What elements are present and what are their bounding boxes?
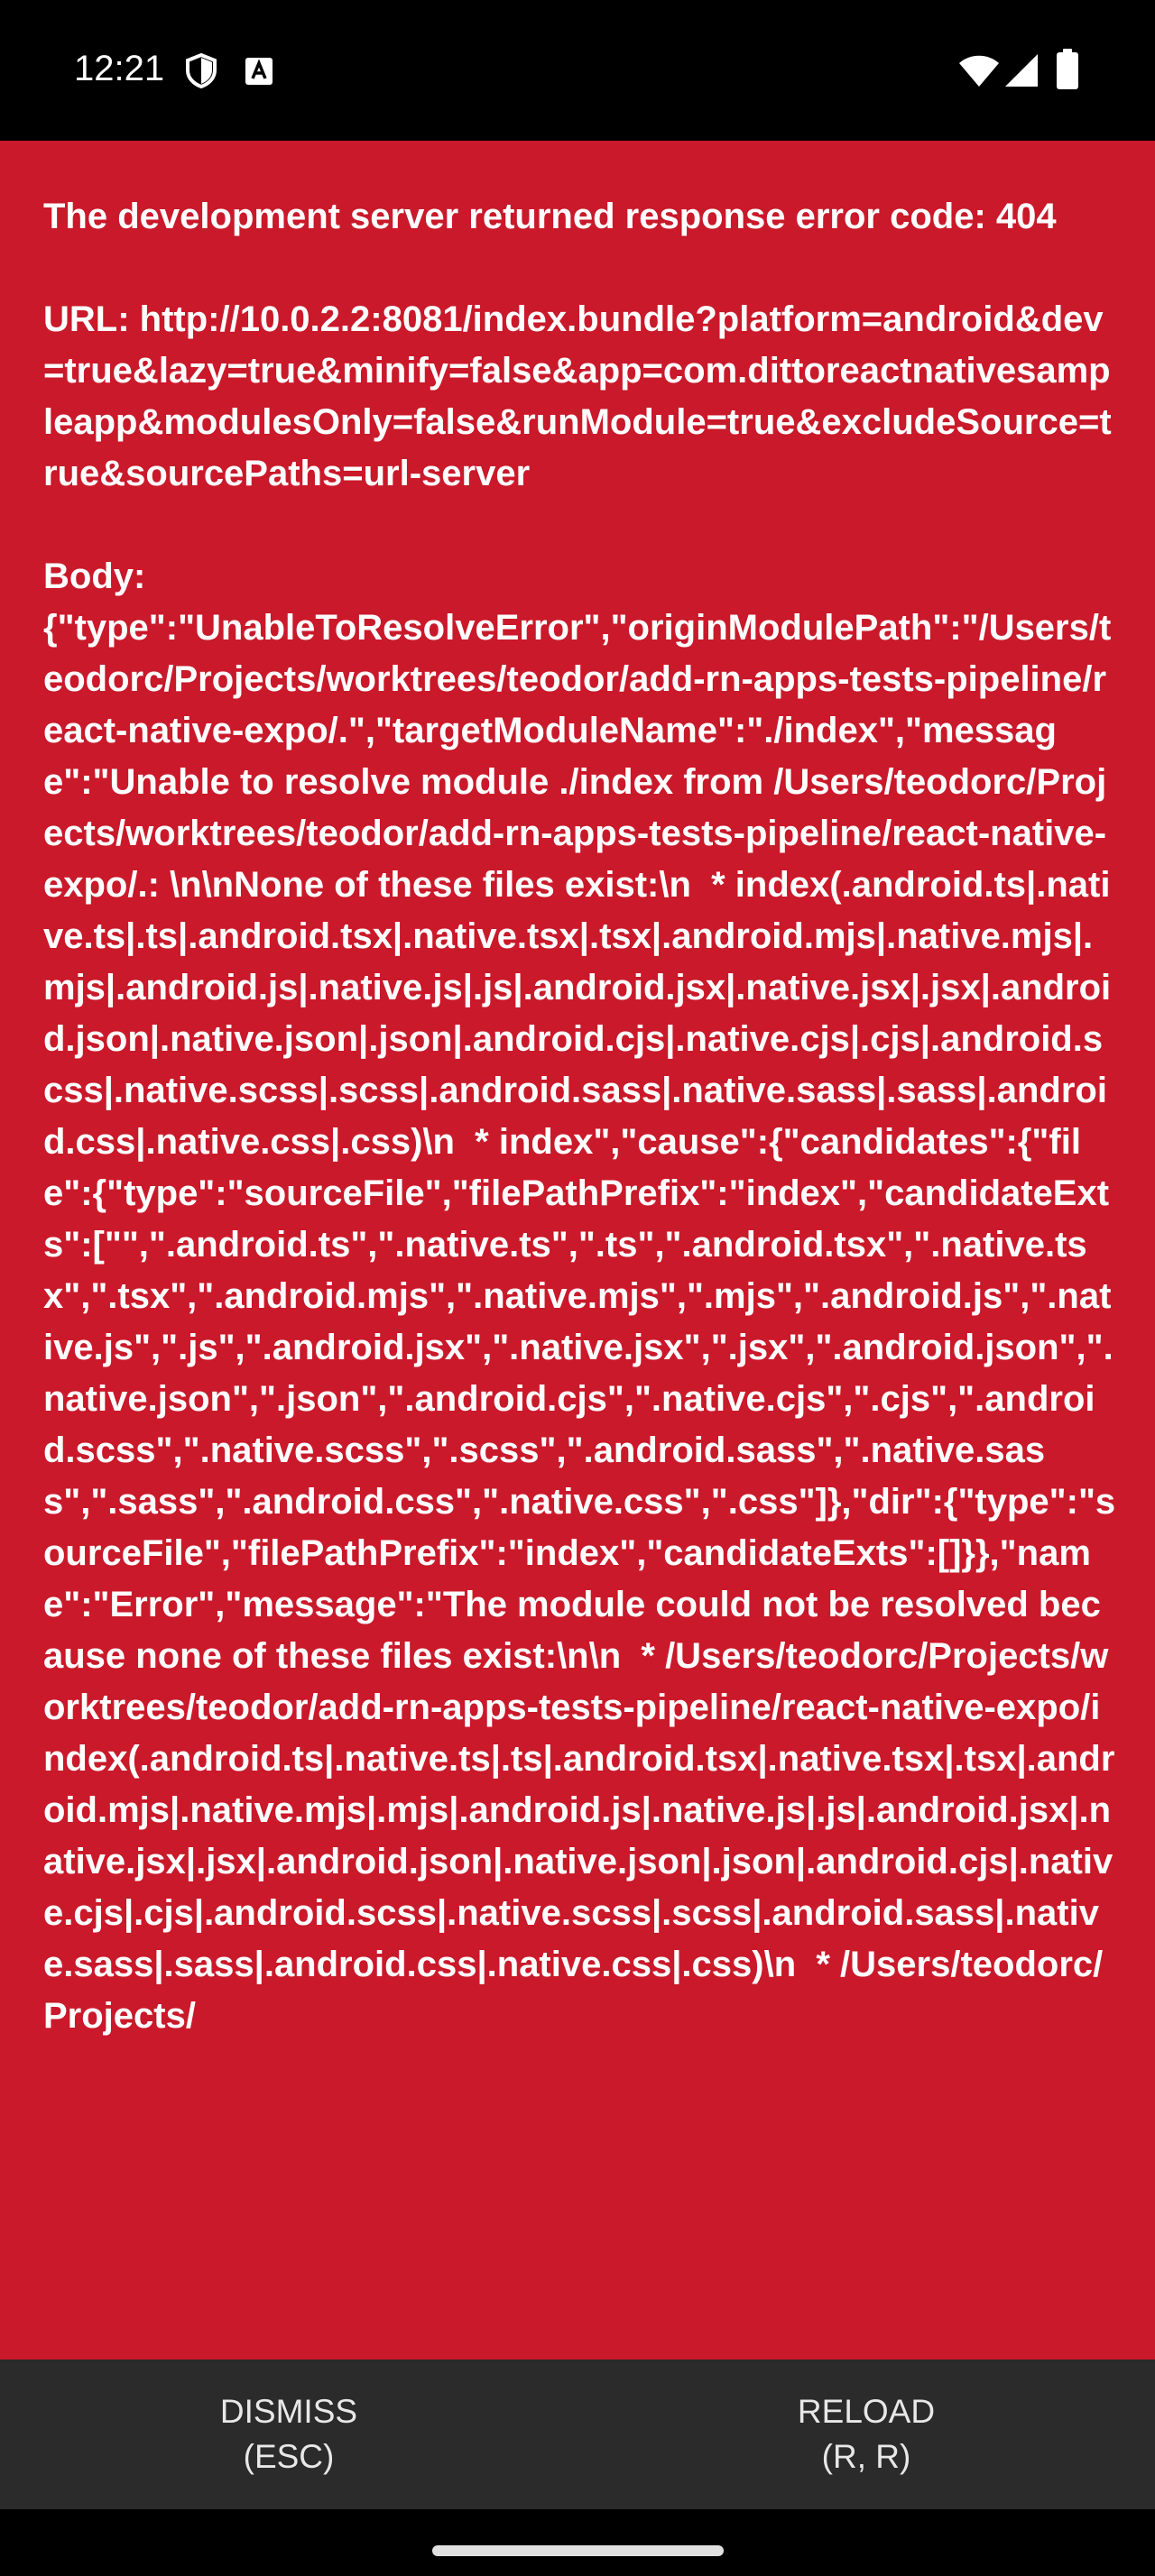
home-handle[interactable] [432, 2545, 724, 2556]
status-bar: 12:21 [0, 0, 1155, 141]
cellular-signal-icon [1003, 52, 1040, 93]
error-message: The development server returned response… [43, 197, 1116, 2036]
redbox-footer: DISMISS (ESC) RELOAD (R, R) [0, 2360, 1155, 2509]
error-redbox[interactable]: The development server returned response… [0, 141, 1155, 2360]
wifi-icon [959, 52, 999, 93]
reload-button[interactable]: RELOAD (R, R) [578, 2360, 1155, 2509]
status-time: 12:21 [74, 49, 165, 88]
battery-icon [1056, 49, 1079, 95]
navigation-bar [0, 2509, 1155, 2576]
dismiss-button[interactable]: DISMISS (ESC) [0, 2360, 578, 2509]
shield-icon [184, 52, 218, 93]
keyboard-a-icon [244, 56, 274, 91]
